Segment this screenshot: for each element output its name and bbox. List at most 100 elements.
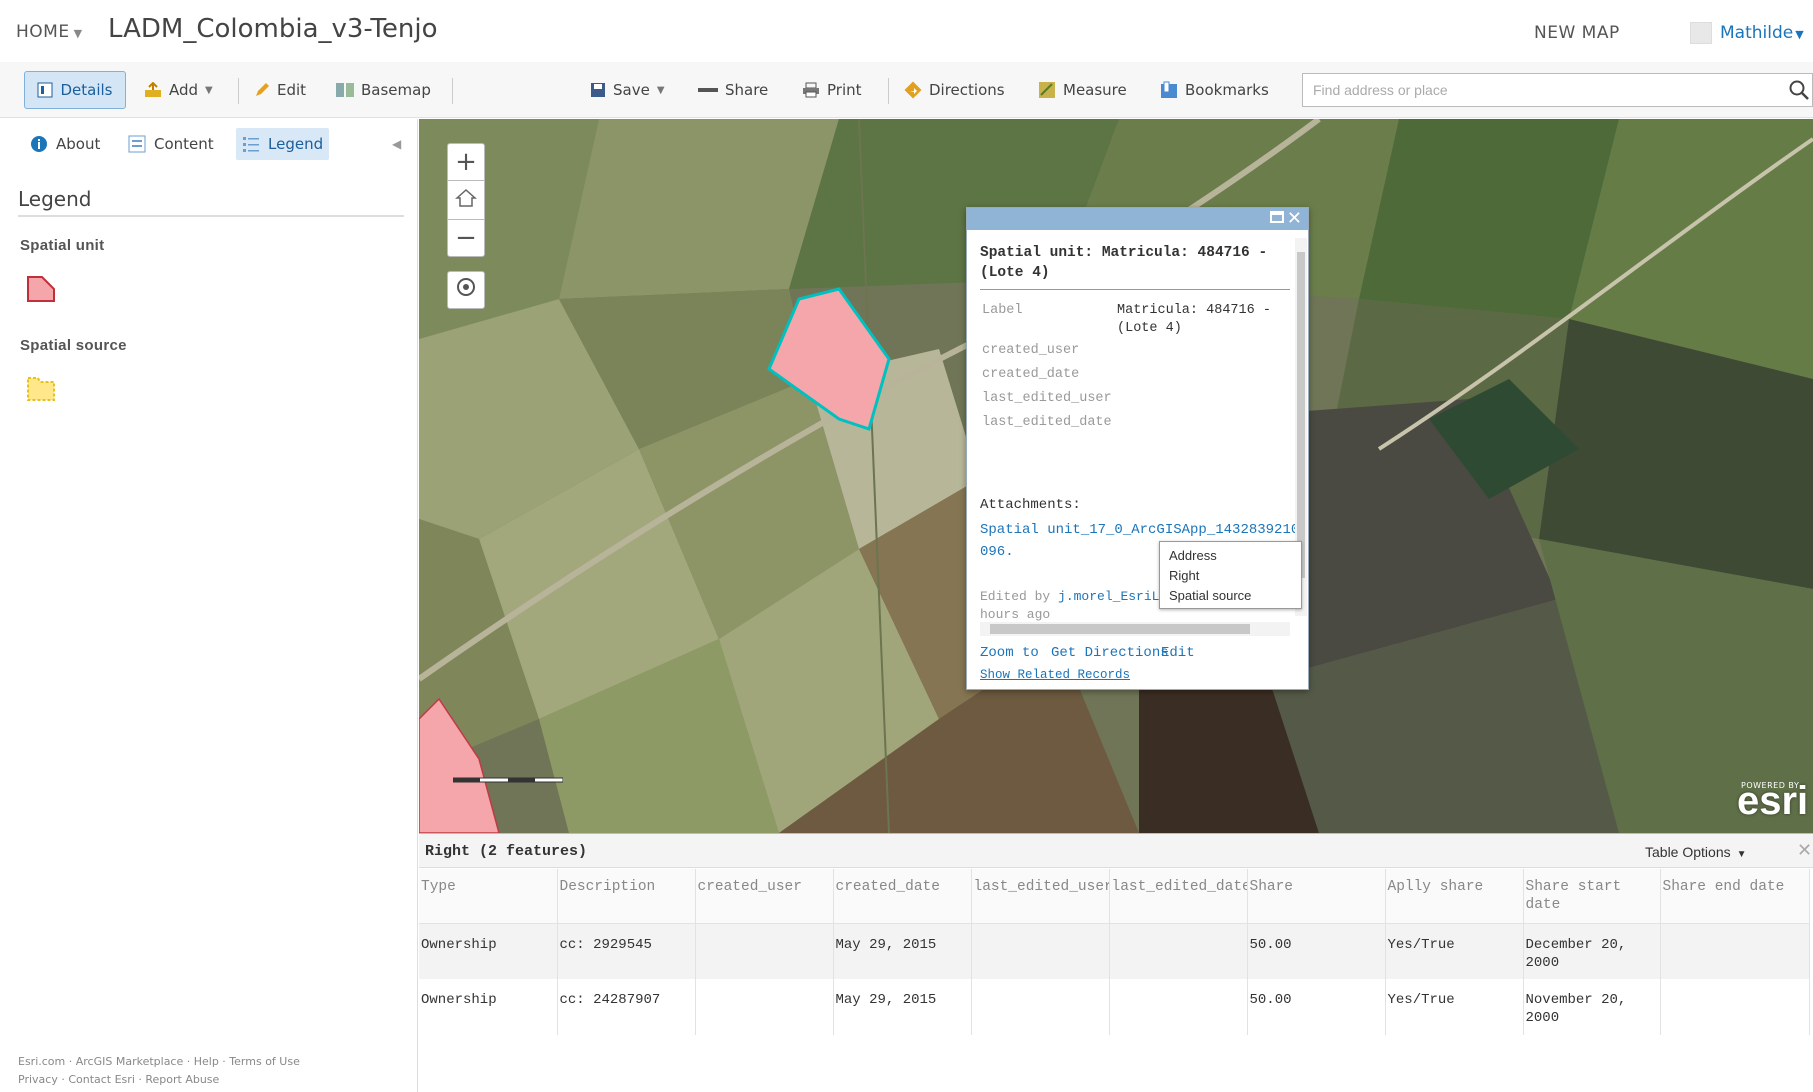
toolbar-divider	[888, 78, 889, 104]
column-header[interactable]: Share end date	[1660, 869, 1810, 924]
add-button[interactable]: Add ▼	[144, 71, 213, 109]
info-icon	[30, 135, 48, 153]
table-cell: cc: 2929545	[557, 923, 696, 979]
share-label: Share	[725, 81, 769, 99]
get-directions-link[interactable]: Get Directions	[1051, 645, 1169, 661]
chevron-down-icon: ▼	[656, 84, 665, 96]
field-label: Label	[982, 303, 1023, 318]
zoom-in-button[interactable]: +	[447, 143, 485, 181]
column-header[interactable]: Type	[419, 869, 558, 924]
toolbar: Details Add ▼ Edit Basemap Save ▼ Share Pr…	[0, 62, 1813, 118]
table-header-row: Type Description created_user created_da…	[419, 869, 1810, 924]
search-box[interactable]	[1302, 73, 1813, 107]
zoom-to-link[interactable]: Zoom to	[980, 645, 1039, 661]
top-header: HOME ▼ LADM_Colombia_v3-Tenjo NEW MAP Mat…	[0, 0, 1813, 62]
user-name[interactable]: Mathilde	[1720, 23, 1793, 43]
table-title: Right (2 features)	[425, 843, 588, 860]
print-button[interactable]: Print	[802, 71, 862, 109]
field-label: last_edited_user	[982, 391, 1112, 406]
column-header[interactable]: Share	[1247, 869, 1386, 924]
table-cell	[1109, 979, 1248, 1035]
table-options-button[interactable]: Table Options ▼	[1645, 844, 1747, 860]
scrollbar-thumb[interactable]	[1297, 252, 1305, 578]
collapse-panel-icon[interactable]: ◀	[392, 137, 401, 151]
new-map-link[interactable]: NEW MAP	[1534, 23, 1620, 43]
attachments-label: Attachments:	[980, 497, 1081, 513]
close-icon[interactable]: ✕	[1797, 840, 1812, 861]
menu-item-right[interactable]: Right	[1160, 566, 1301, 586]
divider	[980, 289, 1290, 290]
column-header[interactable]: last_edited_date	[1109, 869, 1248, 924]
map-title: LADM_Colombia_v3-Tenjo	[108, 14, 438, 44]
horizontal-scrollbar[interactable]	[980, 622, 1290, 636]
search-input[interactable]	[1303, 74, 1773, 106]
table-cell: May 29, 2015	[833, 979, 972, 1035]
home-label[interactable]: HOME	[16, 22, 70, 42]
printer-icon	[802, 82, 820, 98]
column-header[interactable]: Share start date	[1523, 869, 1661, 924]
edit-button[interactable]: Edit	[254, 71, 306, 109]
basemap-button[interactable]: Basemap	[336, 71, 431, 109]
home-icon	[455, 185, 477, 215]
column-header[interactable]: created_date	[833, 869, 972, 924]
map-view[interactable]: + − POWERED BY esri ✕ Spatial unit: Matr…	[419, 119, 1813, 833]
home-extent-button[interactable]	[447, 181, 485, 219]
footer-line[interactable]: Esri.com · ArcGIS Marketplace · Help · T…	[18, 1053, 398, 1071]
column-header[interactable]: last_edited_user	[971, 869, 1110, 924]
pencil-icon	[254, 82, 270, 98]
tab-legend[interactable]: Legend	[236, 128, 330, 160]
directions-button[interactable]: Directions	[904, 71, 1005, 109]
tab-about[interactable]: About	[24, 128, 106, 160]
details-button[interactable]: Details	[24, 71, 126, 109]
table-options-label: Table Options	[1645, 844, 1731, 860]
chevron-down-icon[interactable]: ▼	[1795, 28, 1803, 41]
save-button[interactable]: Save ▼	[590, 71, 665, 109]
scrollbar-thumb[interactable]	[990, 624, 1250, 634]
bookmark-icon	[1160, 81, 1178, 99]
menu-item-spatial-source[interactable]: Spatial source	[1160, 586, 1301, 606]
edit-label: Edit	[277, 81, 307, 99]
table-cell: Ownership	[419, 979, 558, 1035]
tab-about-label: About	[56, 135, 101, 153]
scale-bar	[452, 773, 564, 787]
table-row[interactable]: Ownership cc: 2929545 May 29, 2015 50.00…	[419, 923, 1810, 979]
footer-line[interactable]: Privacy · Contact Esri · Report Abuse	[18, 1071, 398, 1089]
legend-icon	[242, 135, 260, 153]
table-cell	[971, 923, 1110, 979]
add-icon	[144, 82, 162, 98]
basemap-label: Basemap	[361, 81, 431, 99]
column-header[interactable]: created_user	[695, 869, 834, 924]
side-panel: About Content Legend ◀ Legend Spatial un…	[0, 119, 418, 1092]
close-icon[interactable]: ✕	[1287, 208, 1302, 230]
locate-button[interactable]	[447, 271, 485, 309]
menu-item-address[interactable]: Address	[1160, 546, 1301, 566]
share-button[interactable]: Share	[698, 71, 768, 109]
table-row[interactable]: Ownership cc: 24287907 May 29, 2015 50.0…	[419, 979, 1810, 1035]
column-header[interactable]: Aplly share	[1385, 869, 1524, 924]
table-cell: 50.00	[1247, 923, 1386, 979]
home-menu[interactable]: HOME ▼	[16, 22, 83, 42]
search-icon[interactable]	[1788, 79, 1810, 105]
avatar[interactable]	[1690, 22, 1712, 44]
bookmarks-button[interactable]: Bookmarks	[1160, 71, 1269, 109]
table-cell	[1660, 979, 1810, 1035]
table-cell: 50.00	[1247, 979, 1386, 1035]
popup-header: ✕	[967, 208, 1308, 230]
table-title-bar: Right (2 features) Table Options ▼ ✕	[419, 834, 1813, 868]
measure-button[interactable]: Measure	[1038, 71, 1127, 109]
tab-content[interactable]: Content	[122, 128, 220, 160]
maximize-icon[interactable]	[1270, 211, 1284, 223]
edit-link[interactable]: Edit	[1161, 645, 1195, 661]
zoom-out-button[interactable]: −	[447, 219, 485, 257]
add-label: Add	[169, 81, 199, 99]
details-icon	[37, 82, 53, 98]
footer-links[interactable]: Esri.com · ArcGIS Marketplace · Help · T…	[18, 1053, 398, 1089]
table-cell: Ownership	[419, 923, 558, 979]
yellow-polygon-icon	[26, 374, 56, 406]
column-header[interactable]: Description	[557, 869, 696, 924]
show-related-records-link[interactable]: Show Related Records	[980, 668, 1130, 682]
directions-icon	[904, 81, 922, 99]
user-menu[interactable]: Mathilde ▼	[1690, 20, 1804, 46]
chevron-down-icon[interactable]: ▼	[74, 27, 83, 40]
toolbar-divider	[238, 78, 239, 104]
